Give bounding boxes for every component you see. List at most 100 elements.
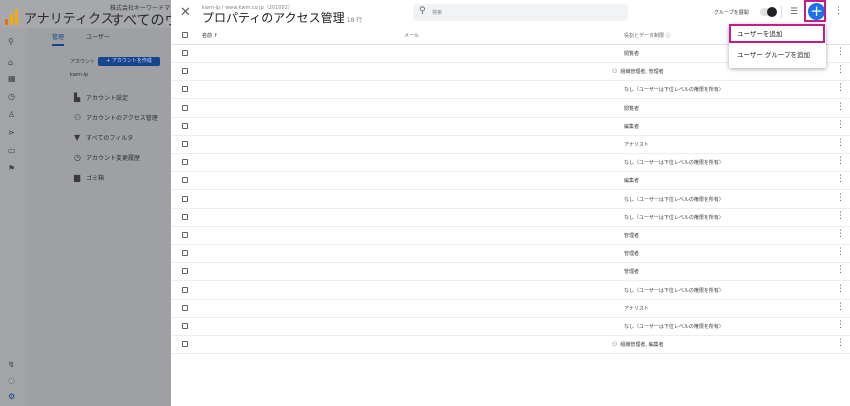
row-more-icon[interactable]: ⋮ xyxy=(836,102,845,112)
table-row[interactable]: 編集者 ⋮ xyxy=(171,171,850,191)
filter-icon[interactable]: ☰ xyxy=(790,7,798,17)
row-checkbox[interactable] xyxy=(182,159,188,166)
account-select[interactable]: kwm-lp xyxy=(70,72,88,78)
row-checkbox[interactable] xyxy=(182,286,188,293)
row-more-icon[interactable]: ⋮ xyxy=(836,320,845,330)
row-checkbox[interactable] xyxy=(182,341,188,348)
row-more-icon[interactable]: ⋮ xyxy=(836,211,845,221)
table-row[interactable]: なし（ユーザーは下位レベルの権限を所有） ⋮ xyxy=(171,317,850,336)
role-cell: ⚇ 組織管理者, 管理者 xyxy=(612,68,664,75)
table-row[interactable]: アナリスト ⋮ xyxy=(171,299,850,318)
table-row[interactable]: アナリスト ⋮ xyxy=(171,135,850,154)
row-checkbox[interactable] xyxy=(182,232,188,238)
role-cell: なし（ユーザーは下位レベルの権限を所有） xyxy=(624,287,724,294)
row-more-icon[interactable]: ⋮ xyxy=(836,83,845,93)
role-cell: 編集者 xyxy=(624,123,639,130)
customize-icon[interactable]: ↯ xyxy=(8,360,15,369)
group-toggle[interactable] xyxy=(760,7,777,17)
role-cell: 閲覧者 xyxy=(624,105,639,112)
row-more-icon[interactable]: ⋮ xyxy=(836,302,845,312)
row-more-icon[interactable]: ⋮ xyxy=(836,47,845,57)
admin-gear-icon[interactable]: ⚙ xyxy=(8,392,15,401)
row-checkbox[interactable] xyxy=(182,141,188,147)
more-vert-icon[interactable]: ⋮ xyxy=(834,6,843,16)
row-checkbox[interactable] xyxy=(182,213,188,220)
table-row[interactable]: なし（ユーザーは下位レベルの権限を所有） ⋮ xyxy=(171,153,850,173)
row-more-icon[interactable]: ⋮ xyxy=(836,284,845,294)
behavior-icon[interactable]: ▭ xyxy=(8,146,16,155)
role-text: 閲覧者 xyxy=(624,105,640,112)
table-row[interactable]: なし（ユーザーは下位レベルの権限を所有） ⋮ xyxy=(171,281,850,300)
table-row[interactable]: 管理者 ⋮ xyxy=(171,226,850,245)
row-checkbox[interactable] xyxy=(182,268,188,275)
row-more-icon[interactable]: ⋮ xyxy=(836,265,845,275)
row-more-icon[interactable]: ⋮ xyxy=(836,174,845,184)
row-more-icon[interactable]: ⋮ xyxy=(836,65,845,75)
role-cell: 編集者 xyxy=(624,177,639,184)
search-icon[interactable]: ⚲ xyxy=(8,37,14,46)
table-row[interactable]: 管理者 ⋮ xyxy=(171,262,850,282)
nav-account-access[interactable]: ⚇ アカウントのアクセス管理 xyxy=(74,113,158,122)
row-more-icon[interactable]: ⋮ xyxy=(836,247,845,257)
table-row[interactable]: なし（ユーザーは下位レベルの権限を所有） ⋮ xyxy=(171,208,850,227)
role-text: 編集者 xyxy=(624,178,640,185)
role-cell: 管理者 xyxy=(624,250,639,257)
nav-account-settings[interactable]: ▙ アカウント設定 xyxy=(74,93,128,102)
row-more-icon[interactable]: ⋮ xyxy=(836,156,845,166)
row-more-icon[interactable]: ⋮ xyxy=(836,120,845,130)
row-more-icon[interactable]: ⋮ xyxy=(836,138,845,148)
menu-add-user-group[interactable]: ユーザー グループを追加 xyxy=(729,47,826,64)
app-name: アナリティクス xyxy=(24,12,114,27)
group-icon: ⚇ xyxy=(612,68,618,76)
row-checkbox[interactable] xyxy=(182,304,188,311)
row-count: 18 行 xyxy=(346,17,363,24)
select-all-checkbox[interactable] xyxy=(182,32,188,38)
table-row[interactable]: ⚇ 組織管理者, 編集者 ⋮ xyxy=(171,335,850,355)
role-text: なし（ユーザーは下位レベルの権限を所有） xyxy=(624,287,724,294)
acquisition-icon[interactable]: ⋗ xyxy=(8,128,15,137)
person-icon[interactable]: ♙ xyxy=(8,110,15,119)
row-checkbox[interactable] xyxy=(182,86,188,93)
tab-admin[interactable]: 管理 xyxy=(52,32,65,46)
table-row[interactable]: 管理者 ⋮ xyxy=(171,244,850,264)
column-role[interactable]: 役割とデータ制限 ⓘ xyxy=(624,32,671,39)
reports-icon[interactable]: ▦ xyxy=(8,74,16,83)
tab-user[interactable]: ユーザー xyxy=(86,32,110,41)
role-text: 管理者 xyxy=(624,251,640,258)
add-menu: ユーザーを追加 ユーザー グループを追加 xyxy=(729,24,826,68)
role-cell: なし（ユーザーは下位レベルの権限を所有） xyxy=(624,86,724,93)
role-text: アナリスト xyxy=(624,142,649,148)
column-email[interactable]: メール xyxy=(404,32,419,39)
add-button-highlight xyxy=(804,0,826,22)
nav-trash[interactable]: ▆ ゴミ箱 xyxy=(74,173,104,182)
table-row[interactable]: なし（ユーザーは下位レベルの権限を所有） ⋮ xyxy=(171,190,850,209)
flag-icon[interactable]: ⚑ xyxy=(8,164,15,173)
nav-change-history[interactable]: ◷ アカウント変更履歴 xyxy=(74,153,140,162)
table-row[interactable]: 閲覧者 ⋮ xyxy=(171,99,850,118)
home-icon[interactable]: ⌂ xyxy=(8,58,13,67)
row-checkbox[interactable] xyxy=(182,50,188,56)
clock-icon[interactable]: ◷ xyxy=(8,92,15,101)
row-more-icon[interactable]: ⋮ xyxy=(836,193,845,203)
lightbulb-icon[interactable]: ◌ xyxy=(8,376,15,385)
table-row[interactable]: 編集者 ⋮ xyxy=(171,117,850,136)
row-checkbox[interactable] xyxy=(182,104,188,111)
row-checkbox[interactable] xyxy=(182,195,188,202)
create-account-button[interactable]: + アカウントを作成 xyxy=(98,57,160,66)
search-input[interactable]: ⚲ 検索 xyxy=(413,4,628,21)
row-checkbox[interactable] xyxy=(182,68,188,75)
row-checkbox[interactable] xyxy=(182,323,188,329)
people-icon: ⚇ xyxy=(74,113,82,122)
close-icon[interactable]: ✕ xyxy=(180,5,191,20)
nav-all-filters[interactable]: ▼ すべてのフィルタ xyxy=(74,133,133,142)
divider xyxy=(781,6,782,18)
row-checkbox[interactable] xyxy=(182,122,188,129)
column-name[interactable]: 名前 ↑ xyxy=(202,32,218,39)
table-row[interactable]: なし（ユーザーは下位レベルの権限を所有） ⋮ xyxy=(171,80,850,100)
row-checkbox[interactable] xyxy=(182,250,188,257)
row-more-icon[interactable]: ⋮ xyxy=(836,229,845,239)
role-cell: 閲覧者 xyxy=(624,50,639,57)
row-more-icon[interactable]: ⋮ xyxy=(836,338,845,348)
role-text: 組織管理者, 編集者 xyxy=(620,342,664,349)
row-checkbox[interactable] xyxy=(182,177,188,184)
